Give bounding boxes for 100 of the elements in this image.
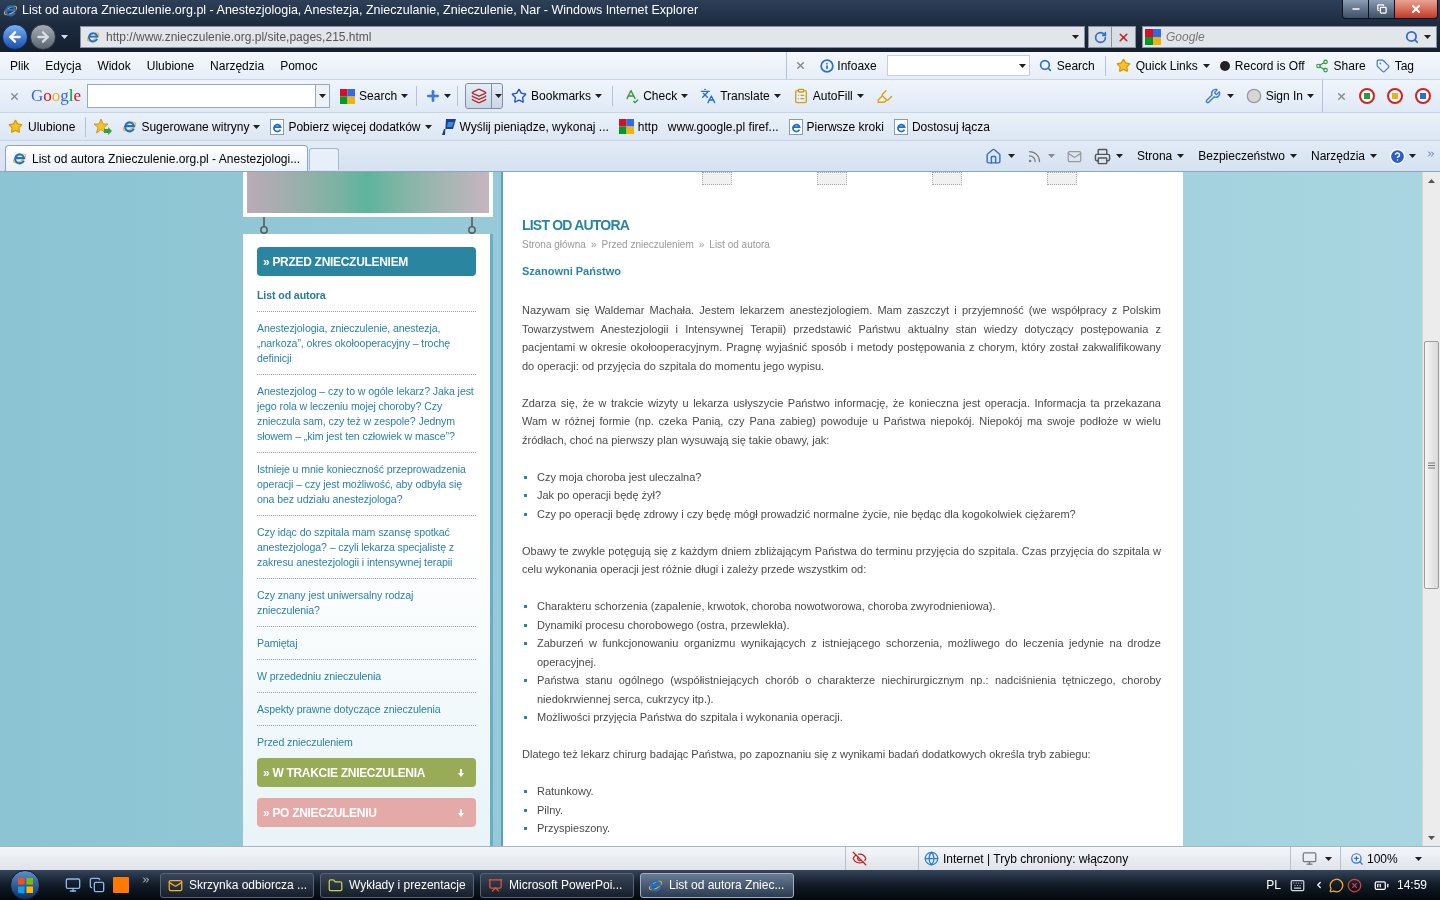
menu-item[interactable]: Plik	[2, 54, 38, 77]
hook-icon	[260, 217, 268, 234]
command-button[interactable]: Strona	[1136, 147, 1185, 165]
tab[interactable]: List od autora Znieczulenie.org.pl - Anestezjologi...	[5, 145, 309, 171]
toolbar-button[interactable]: Search	[338, 84, 411, 108]
close-icon	[1410, 3, 1422, 15]
toolbar-button[interactable]: Check	[621, 84, 691, 108]
stop-icon	[1117, 30, 1130, 44]
search-input[interactable]: Google	[1166, 28, 1400, 46]
scroll-thumb[interactable]	[1424, 341, 1439, 589]
monitor-icon[interactable]	[1302, 851, 1317, 866]
close-button[interactable]	[1395, 0, 1437, 18]
caret-icon	[1047, 154, 1055, 158]
page-title: LIST OD AUTORA	[522, 216, 631, 234]
toolbar-button[interactable]: Quick Links	[1115, 56, 1210, 75]
arrow-down-icon	[458, 768, 464, 777]
sidebar-link[interactable]: List od autora	[257, 288, 476, 303]
stacked-windows-icon[interactable]	[89, 877, 105, 893]
toolbar-button[interactable]: Bookmarks	[509, 84, 605, 108]
menu-item[interactable]: Pomoc	[272, 54, 326, 77]
sidebar-link[interactable]: Czy idąc do szpitala mam szansę spotkać anestezjologa? – czyli lekarza specjalistę z zakresu anestezjologii i intensywnej terapii	[257, 525, 476, 570]
favorite-link[interactable]: Sugerowane witryny	[122, 117, 261, 136]
sign-in-button[interactable]: Sign In	[1245, 87, 1314, 105]
toolbar-button[interactable]: Record is Off	[1219, 56, 1305, 75]
home-icon[interactable]	[984, 147, 1002, 165]
plus-icon[interactable]	[425, 88, 442, 104]
sidebar-link[interactable]: W przededniu znieczulenia	[257, 669, 476, 684]
toolbar-button[interactable]: AutoFill	[790, 84, 866, 108]
dropdown-field[interactable]	[87, 84, 331, 108]
caret-icon	[60, 35, 68, 39]
favorite-link[interactable]: Wyślij pieniądze, wykonaj ...	[441, 117, 609, 136]
dropdown-field[interactable]	[886, 55, 1030, 76]
favorite-link[interactable]: Pierwsze kroki	[788, 117, 884, 136]
sidebar-link[interactable]: Anestezjolog – czy to w ogóle lekarz? Jaka jest jego rola w leczeniu mojej choroby? Czy znieczula sam, czy też w zespole? Jednym słowem – „kim jest ten człowiek w masce”?	[257, 384, 476, 444]
toolbar-button[interactable]: Tag	[1375, 56, 1414, 75]
toolbar-name: Infoaxe	[837, 57, 877, 75]
close-icon[interactable]	[1336, 90, 1347, 102]
clock: 14:59	[1396, 877, 1427, 894]
e-logo-icon	[12, 151, 27, 166]
command-button[interactable]: Bezpieczeństwo	[1198, 147, 1297, 165]
taskbar-button[interactable]: Microsoft PowerPoi...	[480, 872, 634, 898]
desktop-icon[interactable]	[65, 877, 81, 893]
feed-icon[interactable]	[1026, 148, 1042, 164]
close-icon[interactable]	[795, 60, 807, 71]
language-indicator[interactable]: PL	[1266, 876, 1281, 894]
restore-button[interactable]	[1369, 0, 1395, 18]
menu-item[interactable]: Edycja	[37, 54, 90, 77]
sidebar-link[interactable]: Istnieje u mnie konieczność przeprowadzenia operacji – czy jest możliwość, aby odbyła się ona bez udziału anestezjologa?	[257, 462, 476, 507]
menu-item[interactable]: Narzędzia	[202, 54, 273, 77]
search-field[interactable]: Google	[1142, 26, 1437, 48]
chevrons-right-icon[interactable]	[141, 875, 151, 885]
split-button[interactable]	[465, 83, 504, 109]
star-icon	[511, 88, 528, 104]
eye-slash-icon[interactable]	[852, 851, 867, 866]
favorite-link[interactable]: www.google.pl firef...	[667, 117, 779, 136]
share-icon	[1314, 58, 1329, 73]
back-button[interactable]	[2, 24, 28, 50]
toolbar-button[interactable]: Share	[1314, 56, 1366, 75]
star-arrow-icon[interactable]	[94, 118, 113, 135]
address-field[interactable]: http://www.znieczulenie.org.pl/site,pages,215.html	[80, 26, 1085, 48]
sidebar-link[interactable]: Aspekty prawne dotyczące znieczulenia	[257, 702, 476, 717]
arrow-down-icon	[458, 808, 464, 817]
dot-icon	[1219, 60, 1230, 71]
favorites-button[interactable]: Ulubione	[8, 117, 76, 136]
section-header[interactable]: » PRZED ZNIECZULENIEM	[257, 247, 476, 276]
minimize-button[interactable]	[1343, 0, 1369, 18]
sidebar-link[interactable]: Pamiętaj	[257, 636, 476, 651]
e-page-icon	[893, 118, 908, 135]
favorite-link[interactable]: Pobierz więcej dodatków	[270, 117, 432, 136]
taskbar-button[interactable]: Wykłady i prezentacje	[320, 872, 474, 898]
caret-icon	[1115, 154, 1123, 158]
favorite-link[interactable]: http	[618, 117, 658, 136]
forward-button[interactable]	[30, 24, 56, 50]
sidebar-link[interactable]: Anestezjologia, znieczulenie, anestezja, „narkoza”, okres okołooperacyjny – trochę definicji	[257, 321, 476, 366]
list-item: Przyspieszony.	[537, 821, 612, 836]
search-button[interactable]: Search	[1038, 56, 1095, 75]
menu-item[interactable]: Ulubione	[138, 54, 203, 77]
printer-icon[interactable]	[1093, 147, 1111, 165]
keyboard-icon[interactable]	[1289, 877, 1305, 893]
favorite-link[interactable]: Dostosuj łącza	[893, 117, 990, 136]
caret-icon	[1226, 94, 1234, 98]
help-icon[interactable]	[1389, 147, 1406, 165]
paragraph: Obawy te zwykle potęgują się z każdym dniem zbliżającym Państwa do terminu przyjęcia do szpitala. Czas przyjęcia do szpitala w celu wykonania operacji jest różnie długi i zależy przede wszystkim od:	[522, 543, 1161, 577]
list-item: Czy po operacji będę zdrowy i czy będę mógł prowadzić normalne życie, nie będąc dla kogokolwiek ciężarem?	[537, 506, 1077, 522]
error-icon[interactable]	[1346, 877, 1362, 893]
bullet-icon	[524, 475, 527, 479]
close-icon[interactable]	[9, 90, 20, 102]
start-button[interactable]	[10, 870, 40, 900]
chat-bubble-icon[interactable]	[1328, 877, 1344, 893]
sidebar-link[interactable]: Czy znany jest uniwersalny rodzaj znieczulenia?	[257, 588, 476, 618]
menu-item[interactable]: Widok	[89, 54, 139, 77]
sidebar-link[interactable]: Przed znieczuleniem	[257, 735, 476, 750]
taskbar-button[interactable]: Skrzynka odbiorcza ...	[160, 872, 314, 898]
taskbar-button[interactable]: List od autora Zniec...	[640, 872, 794, 898]
zoom-button[interactable]: 100%	[1350, 849, 1398, 868]
star-icon	[8, 119, 23, 134]
toolbar-button[interactable]: Translate	[698, 84, 783, 108]
command-button[interactable]: Narzędzia	[1310, 147, 1377, 165]
wrench-icon[interactable]	[1204, 88, 1221, 104]
search-icon[interactable]	[1405, 30, 1419, 44]
